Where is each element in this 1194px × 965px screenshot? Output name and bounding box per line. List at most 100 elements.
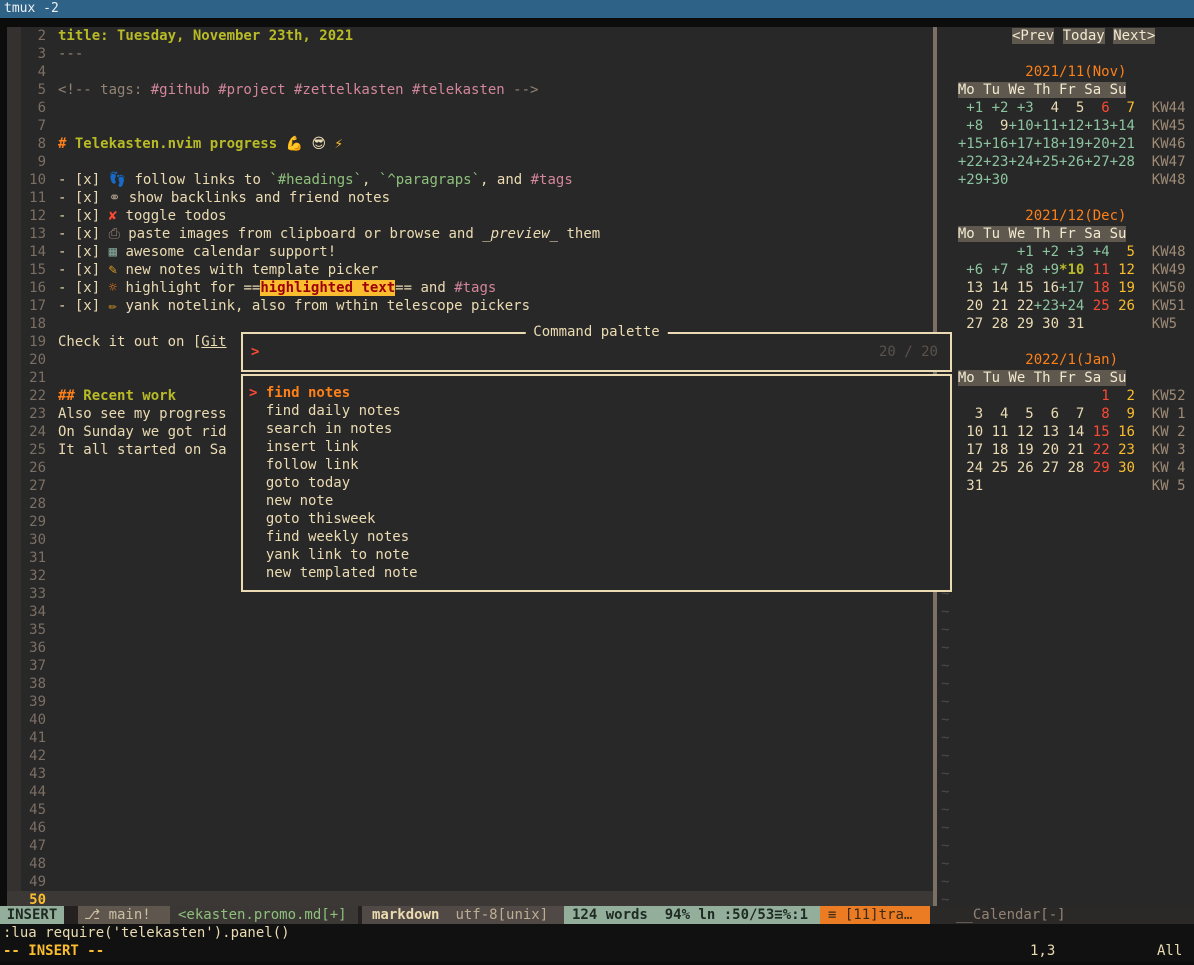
calendar-day[interactable]: 19 (1008, 442, 1033, 458)
calendar-day[interactable]: 27 (1034, 460, 1059, 476)
buffer-line[interactable]: 37 (7, 657, 58, 675)
buffer-line[interactable]: 3--- (7, 45, 83, 63)
calendar-day[interactable]: +16 (983, 136, 1008, 152)
calendar-day[interactable] (1110, 478, 1135, 494)
buffer-line[interactable]: 38 (7, 675, 58, 693)
buffer-line[interactable]: 13- [x] ⎙ paste images from clipboard or… (7, 225, 600, 243)
calendar-day[interactable] (1084, 316, 1109, 332)
calendar-day[interactable]: 18 (983, 442, 1008, 458)
calendar-day[interactable]: 13 (958, 280, 983, 296)
calendar-day[interactable]: 25 (1084, 298, 1109, 314)
calendar-day[interactable]: 25 (983, 460, 1008, 476)
buffer-line[interactable]: 10- [x] 👣 follow links to `#headings`, `… (7, 171, 573, 189)
buffer-line[interactable]: 24On Sunday we got rid (7, 423, 227, 441)
palette-item[interactable]: follow link (243, 456, 950, 474)
calendar-day[interactable] (1008, 172, 1033, 188)
calendar-day[interactable]: +28 (1110, 154, 1135, 170)
calendar-day[interactable] (983, 478, 1008, 494)
calendar-day[interactable]: 16 (1110, 424, 1135, 440)
calendar-day[interactable]: +18 (1034, 136, 1059, 152)
calendar-day[interactable]: 4 (1034, 100, 1059, 116)
palette-item[interactable]: insert link (243, 438, 950, 456)
calendar-day[interactable]: +19 (1059, 136, 1084, 152)
calendar-day[interactable]: 31 (1059, 316, 1084, 332)
buffer-line[interactable]: 5<!-- tags: #github #project #zettelkast… (7, 81, 538, 99)
calendar-day[interactable]: 17 (958, 442, 983, 458)
calendar-day[interactable]: +15 (958, 136, 983, 152)
buffer-line[interactable]: 40 (7, 711, 58, 729)
calendar-day[interactable]: +3 (1008, 100, 1033, 116)
buffer-line[interactable]: 25It all started on Sa (7, 441, 227, 459)
calendar-day[interactable] (983, 244, 1008, 260)
calendar-day[interactable]: +23 (983, 154, 1008, 170)
palette-item[interactable]: new note (243, 492, 950, 510)
buffer-line[interactable]: 12- [x] ✘ toggle todos (7, 207, 227, 225)
prev-button[interactable]: <Prev (1012, 28, 1054, 44)
calendar-day[interactable]: +6 (958, 262, 983, 278)
buffer-line[interactable]: 17- [x] ✏ yank notelink, also from wthin… (7, 297, 530, 315)
calendar-day[interactable]: 4 (983, 406, 1008, 422)
calendar-day[interactable]: +1 (1008, 244, 1033, 260)
calendar-day[interactable]: +3 (1059, 244, 1084, 260)
calendar-day[interactable]: 29 (1084, 460, 1109, 476)
calendar-day[interactable]: 28 (1059, 460, 1084, 476)
calendar-day[interactable]: +30 (983, 172, 1008, 188)
calendar-day[interactable] (1008, 478, 1033, 494)
buffer-line[interactable]: 16- [x] ☼ highlight for ==highlighted te… (7, 279, 496, 297)
calendar-day[interactable] (1084, 478, 1109, 494)
calendar-day[interactable] (1059, 478, 1084, 494)
calendar-day[interactable]: +9 (1034, 262, 1059, 278)
buffer-line[interactable]: 33 (7, 585, 58, 603)
calendar-day[interactable]: +26 (1059, 154, 1084, 170)
calendar-day[interactable] (1034, 172, 1059, 188)
calendar-day[interactable]: 11 (1084, 262, 1109, 278)
calendar-day[interactable]: 9 (983, 118, 1008, 134)
calendar-day[interactable]: +20 (1084, 136, 1109, 152)
buffer-line[interactable]: 29 (7, 513, 58, 531)
calendar-day[interactable]: 1 (1084, 388, 1109, 404)
buffer-line[interactable]: 26 (7, 459, 58, 477)
calendar-day[interactable]: +7 (983, 262, 1008, 278)
calendar-day[interactable]: 15 (1008, 280, 1033, 296)
calendar-day[interactable]: +1 (958, 100, 983, 116)
calendar-day[interactable]: 28 (983, 316, 1008, 332)
palette-item[interactable]: find daily notes (243, 402, 950, 420)
calendar-day[interactable]: +21 (1110, 136, 1135, 152)
calendar-day[interactable]: 2 (1110, 388, 1135, 404)
calendar-day[interactable]: +13 (1084, 118, 1109, 134)
buffer-line[interactable]: 9 (7, 153, 58, 171)
buffer-line[interactable]: 20 (7, 351, 58, 369)
buffer-line[interactable]: 22## Recent work (7, 387, 176, 405)
calendar-day[interactable]: 24 (958, 460, 983, 476)
buffer-line[interactable]: 21 (7, 369, 58, 387)
calendar-day[interactable]: 21 (1059, 442, 1084, 458)
buffer-line[interactable]: 27 (7, 477, 58, 495)
calendar-day[interactable]: 12 (1110, 262, 1135, 278)
calendar-day[interactable]: 20 (958, 298, 983, 314)
calendar-day[interactable]: 20 (1034, 442, 1059, 458)
buffer-line[interactable]: 11- [x] ⚭ show backlinks and friend note… (7, 189, 390, 207)
calendar-day[interactable] (958, 388, 983, 404)
buffer-line[interactable]: 49 (7, 873, 58, 891)
calendar-day[interactable]: 29 (1008, 316, 1033, 332)
buffer-line[interactable]: 14- [x] ▦ awesome calendar support! (7, 243, 336, 261)
calendar-day[interactable] (1110, 316, 1135, 332)
calendar-day[interactable] (1084, 172, 1109, 188)
calendar-day[interactable]: +11 (1034, 118, 1059, 134)
calendar-day[interactable] (1034, 388, 1059, 404)
buffer-line[interactable]: 48 (7, 855, 58, 873)
calendar-day[interactable]: 5 (1008, 406, 1033, 422)
palette-item[interactable]: new templated note (243, 564, 950, 582)
calendar-day[interactable]: 18 (1084, 280, 1109, 296)
calendar-day[interactable]: +12 (1059, 118, 1084, 134)
buffer-line[interactable]: 7 (7, 117, 58, 135)
buffer-line[interactable]: 8# Telekasten.nvim progress 💪 😎 ⚡ (7, 135, 343, 153)
palette-item[interactable]: goto thisweek (243, 510, 950, 528)
calendar-day[interactable]: 14 (1059, 424, 1084, 440)
buffer-line[interactable]: 4 (7, 63, 58, 81)
palette-item[interactable]: goto today (243, 474, 950, 492)
calendar-day[interactable]: 30 (1034, 316, 1059, 332)
calendar-day[interactable]: +22 (958, 154, 983, 170)
today-button[interactable]: Today (1063, 28, 1105, 44)
calendar-day[interactable]: 30 (1110, 460, 1135, 476)
